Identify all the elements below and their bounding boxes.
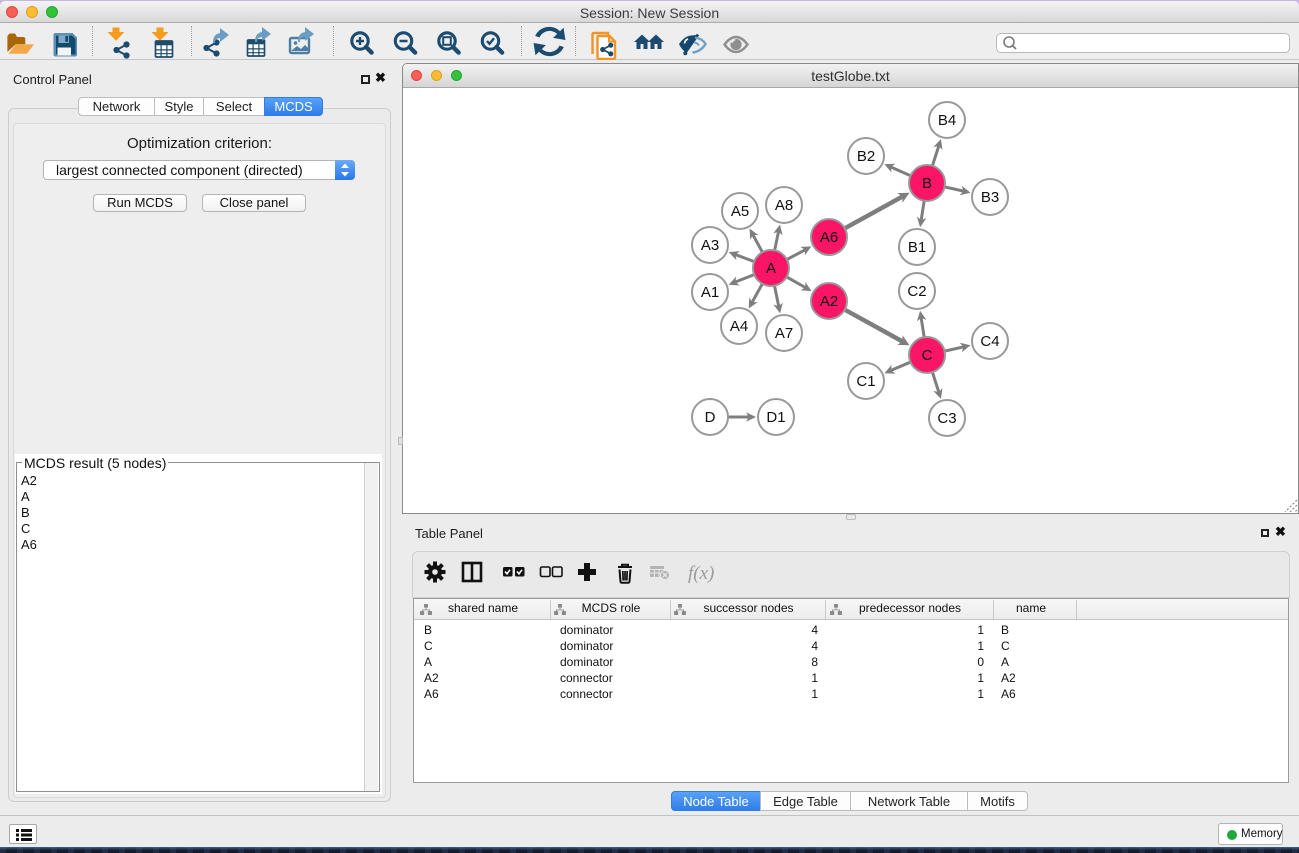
svg-text:C1: C1	[856, 373, 875, 390]
svg-text:A7: A7	[775, 325, 793, 342]
svg-text:D: D	[705, 409, 716, 426]
svg-text:A6: A6	[820, 229, 838, 246]
svg-text:B2: B2	[857, 148, 875, 165]
svg-text:A5: A5	[731, 203, 749, 220]
svg-text:B3: B3	[981, 189, 999, 206]
svg-text:C: C	[922, 347, 933, 364]
svg-text:C3: C3	[937, 410, 956, 427]
svg-text:f(x): f(x)	[688, 563, 714, 584]
svg-text:C4: C4	[980, 333, 999, 350]
svg-text:A2: A2	[820, 293, 838, 310]
svg-text:C2: C2	[907, 283, 926, 300]
svg-text:D1: D1	[766, 409, 785, 426]
svg-text:B4: B4	[938, 112, 956, 129]
svg-text:A: A	[766, 260, 776, 277]
svg-text:A3: A3	[701, 237, 719, 254]
svg-text:B: B	[922, 175, 932, 192]
svg-text:A8: A8	[775, 197, 793, 214]
svg-text:A1: A1	[701, 284, 719, 301]
svg-text:A4: A4	[730, 318, 748, 335]
svg-text:B1: B1	[908, 239, 926, 256]
